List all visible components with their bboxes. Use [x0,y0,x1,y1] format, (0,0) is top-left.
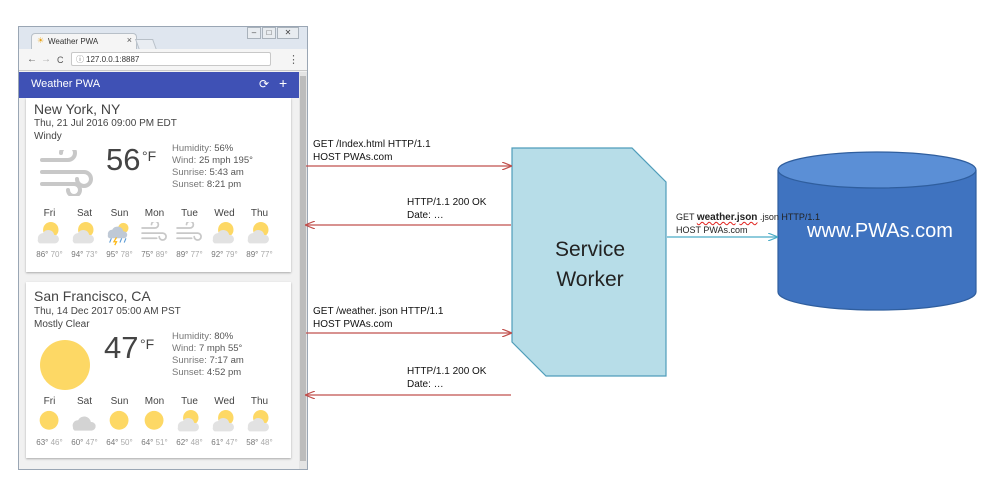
service-worker-line1: Service [554,238,626,261]
response1-line2: Date: … [407,210,444,221]
request1-line1: GET /Index.html HTTP/1.1 [313,139,431,150]
service-worker-line2: Worker [556,268,624,291]
response2-line1: HTTP/1.1 200 OK [407,366,487,377]
request2-label: GET /weather. json HTTP/1.1 HOST PWAs.co… [313,305,443,331]
response1-label: HTTP/1.1 200 OK Date: … [407,196,486,222]
server-request-prefix: GET [676,212,697,222]
service-worker-label: Service Worker [520,235,660,295]
server-request-resource: weather.json [696,212,758,223]
response2-label: HTTP/1.1 200 OK Date: … [407,365,486,391]
server-label: www.PWAs.com [807,220,953,242]
request2-line1: GET /weather. json HTTP/1.1 [313,306,444,317]
response2-line2: Date: … [407,379,444,390]
request1-line2: HOST PWAs.com [313,152,393,163]
request2-line2: HOST PWAs.com [313,319,393,330]
diagram-canvas [0,147,977,492]
response1-line1: HTTP/1.1 200 OK [407,197,487,208]
request1-label: GET /Index.html HTTP/1.1 HOST PWAs.com [313,138,431,164]
